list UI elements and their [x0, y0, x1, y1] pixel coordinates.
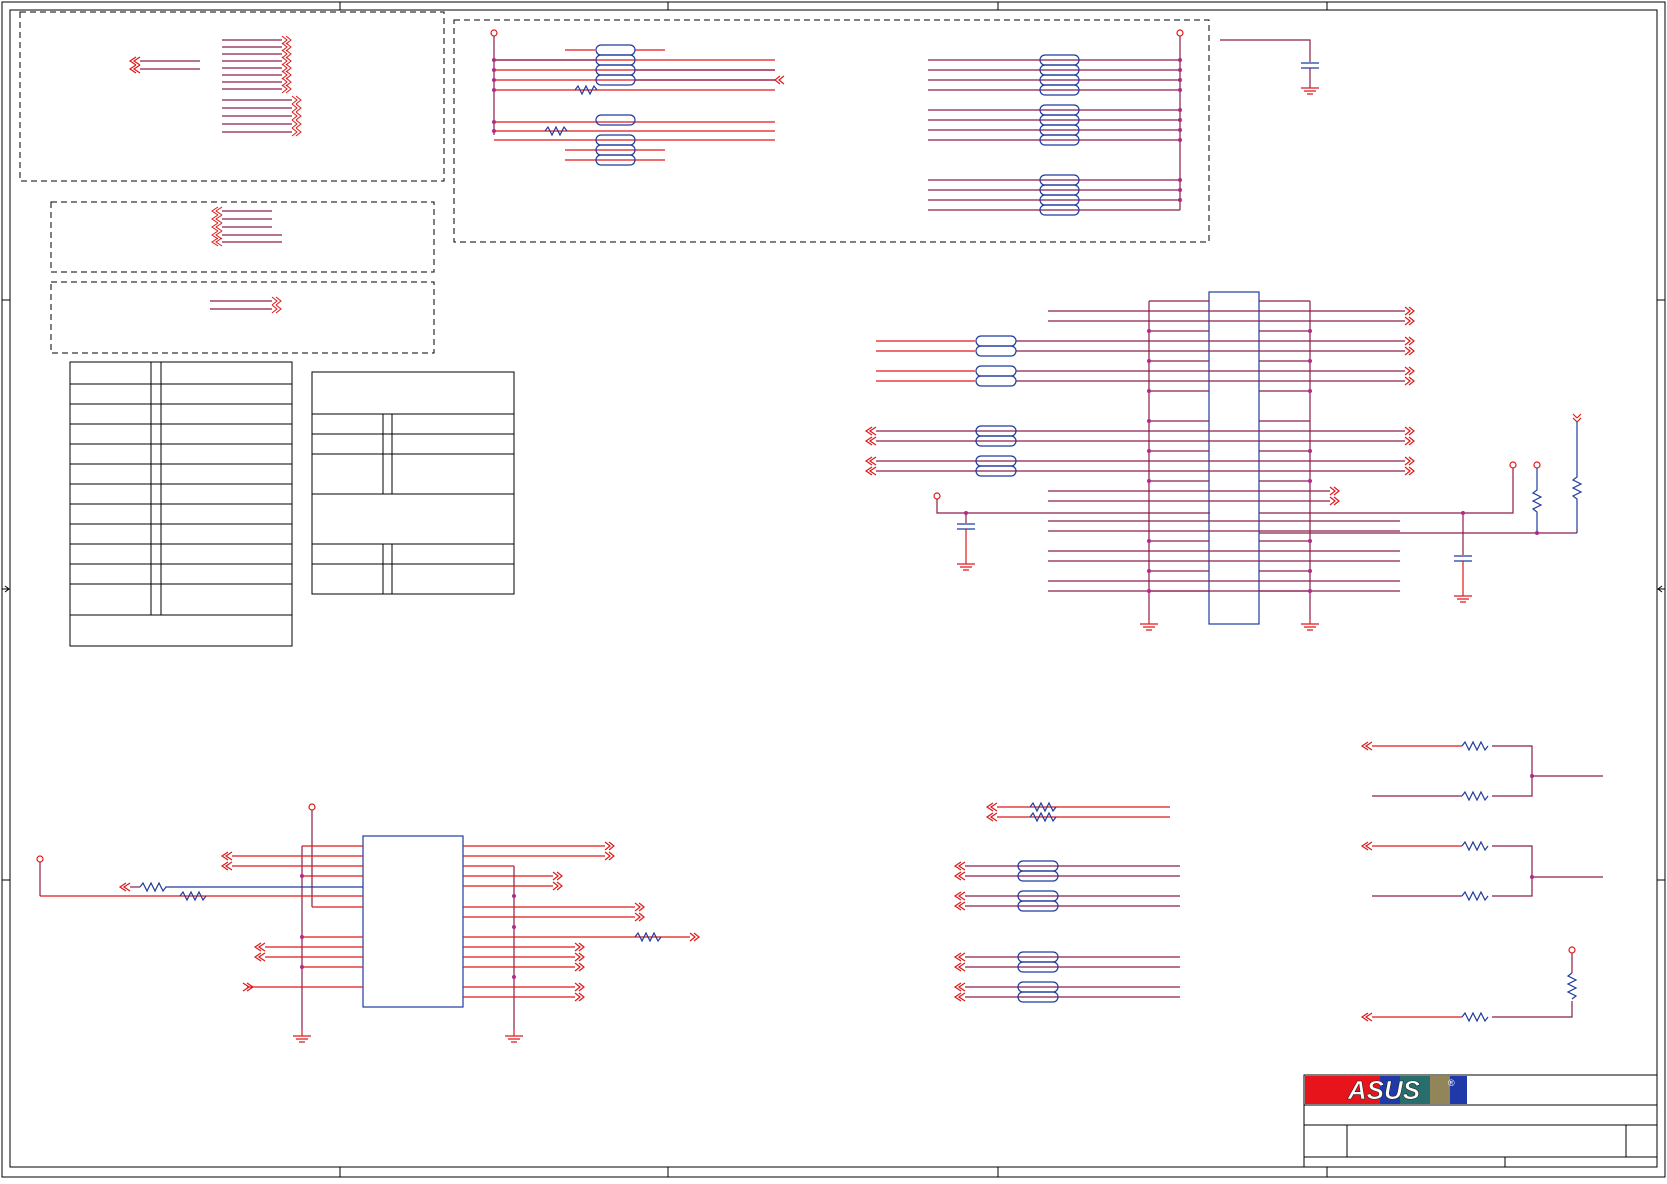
- asus-logo-text: ASUS: [1347, 1075, 1421, 1105]
- config-table-left: [69, 361, 293, 647]
- block-top-left: [19, 11, 445, 182]
- dashed-block-outlines: [19, 11, 1210, 354]
- block-mid-left-1: [50, 201, 435, 273]
- asus-logo: ASUS ®: [1305, 1075, 1467, 1105]
- bottom-center-filters: [953, 801, 1180, 1003]
- top-left-port-arrows: [281, 35, 302, 137]
- mid-left-ports: [210, 206, 282, 314]
- bottom-right-resistors: [1360, 740, 1603, 1023]
- block-mid-left-2: [50, 281, 435, 354]
- connector-ic-middle: [864, 291, 1583, 631]
- drawing-frame: [1, 1, 1666, 1178]
- top-left-port-bus: [128, 39, 292, 133]
- buffer-ic-bottom-left: [36, 803, 700, 1043]
- decoupling-capacitor-top: [1220, 39, 1319, 95]
- top-center-circuit: [490, 29, 1184, 216]
- config-table-right: [311, 371, 515, 595]
- schematic-sheet: ASUS ®: [0, 0, 1667, 1179]
- registered-mark: ®: [1448, 1078, 1455, 1088]
